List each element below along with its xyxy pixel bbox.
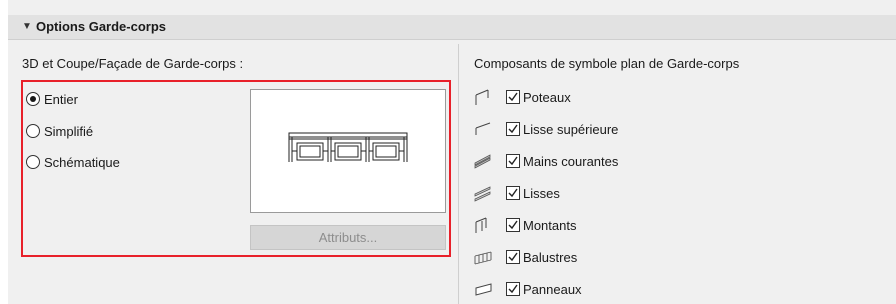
checkmark-icon [508,284,518,294]
checkmark-icon [508,124,518,134]
component-label: Mains courantes [523,153,619,169]
component-label: Balustres [523,249,578,265]
radio-button[interactable] [26,124,40,138]
component-row-mains-courantes[interactable]: Mains courantes [474,151,618,171]
panels-icon [475,283,492,296]
checkmark-icon [508,188,518,198]
checkmark-icon [508,220,518,230]
checkbox-checked[interactable] [506,90,520,104]
component-row-lisses[interactable]: Lisses [474,183,560,203]
attributes-button[interactable]: Attributs... [250,225,446,250]
3d-section-label: 3D et Coupe/Façade de Garde-corps : [22,56,244,71]
collapse-triangle-icon[interactable]: ▼ [22,21,32,32]
component-row-poteaux[interactable]: Poteaux [474,87,571,107]
rails-icon [474,186,491,202]
radio-button-checked[interactable] [26,92,40,106]
post-icon [475,89,489,105]
top-rail-icon [475,122,491,135]
component-label: Montants [523,217,577,233]
railing-preview [250,89,446,213]
component-label: Poteaux [523,89,571,105]
balusters-icon [474,251,492,265]
column-divider [458,44,459,304]
checkbox-checked[interactable] [506,218,520,232]
plan-symbol-section-label: Composants de symbole plan de Garde-corp… [474,56,740,71]
radio-label: Simplifié [44,123,94,139]
checkmark-icon [508,156,518,166]
checkbox-checked[interactable] [506,186,520,200]
component-label: Panneaux [523,281,582,297]
component-label: Lisse supérieure [523,121,619,137]
checkbox-checked[interactable] [506,250,520,264]
checkmark-icon [508,92,518,102]
railing-options-panel: ▼ Options Garde-corps 3D et Coupe/Façade… [8,0,896,304]
checkbox-checked[interactable] [506,122,520,136]
component-label: Lisses [523,185,560,201]
checkmark-icon [508,252,518,262]
radio-option-simplifie[interactable]: Simplifié [26,122,93,140]
radio-option-schematique[interactable]: Schématique [26,153,120,171]
radio-button[interactable] [26,155,40,169]
component-row-balustres[interactable]: Balustres [474,247,577,267]
component-row-panneaux[interactable]: Panneaux [474,279,582,299]
radio-label: Entier [44,91,78,107]
section-title: Options Garde-corps [36,19,167,34]
radio-label: Schématique [44,154,120,170]
handrail-icon [474,154,491,169]
checkbox-checked[interactable] [506,154,520,168]
section-header[interactable]: ▼ Options Garde-corps [8,15,896,40]
uprights-icon [475,217,487,233]
component-row-montants[interactable]: Montants [474,215,576,235]
checkbox-checked[interactable] [506,282,520,296]
radio-option-entier[interactable]: Entier [26,90,78,108]
component-row-lisse-superieure[interactable]: Lisse supérieure [474,119,618,139]
railing-preview-icon [288,132,408,162]
